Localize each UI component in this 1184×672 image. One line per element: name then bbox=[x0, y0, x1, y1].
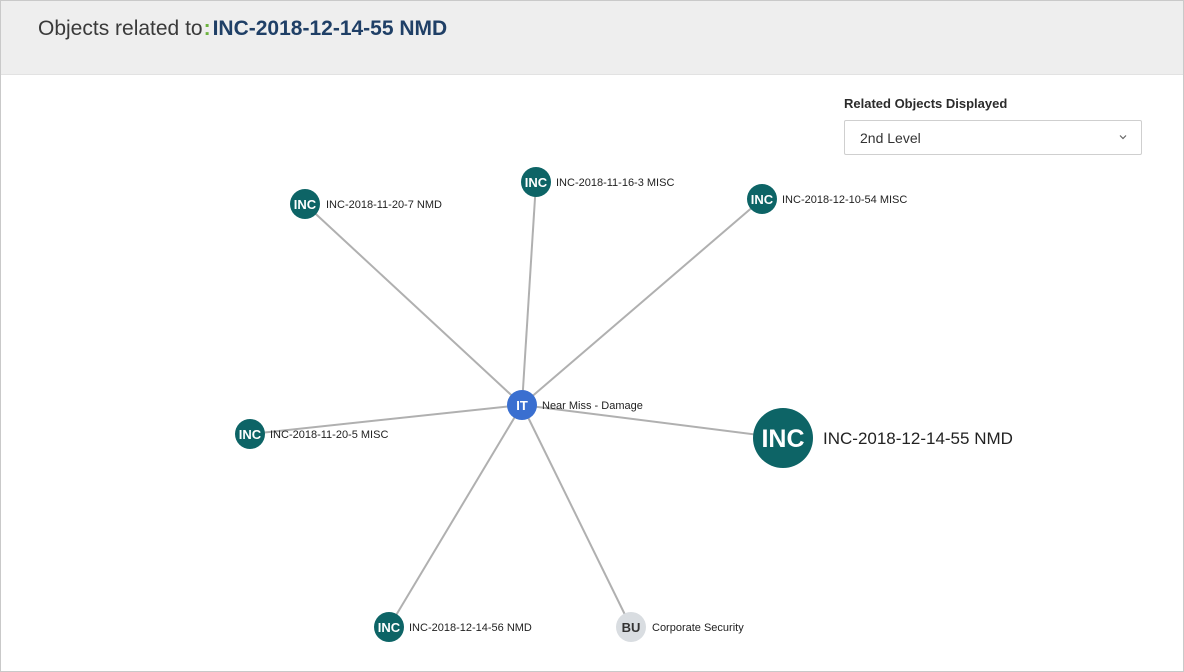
node-badge: IT bbox=[516, 398, 528, 413]
node-label: INC-2018-11-20-7 NMD bbox=[326, 199, 442, 211]
node-inc-2018-11-20-7[interactable]: INC INC-2018-11-20-7 NMD bbox=[290, 189, 442, 219]
node-badge: INC bbox=[294, 197, 317, 212]
node-label: INC-2018-12-10-54 MISC bbox=[782, 194, 907, 206]
node-badge: BU bbox=[622, 620, 641, 635]
node-badge: INC bbox=[239, 427, 262, 442]
edge-center-inc-2018-11-20-7 bbox=[304, 203, 523, 406]
node-inc-2018-12-14-55-focus[interactable]: INC INC-2018-12-14-55 NMD bbox=[753, 408, 1013, 468]
node-label: Near Miss - Damage bbox=[542, 400, 643, 412]
relationship-graph: INC INC-2018-11-20-7 NMD INC INC-2018-11… bbox=[235, 167, 1013, 642]
node-corporate-security[interactable]: BU Corporate Security bbox=[616, 612, 744, 642]
related-objects-panel: Objects related to:INC-2018-12-14-55 NMD… bbox=[0, 0, 1184, 672]
node-label: Corporate Security bbox=[652, 622, 744, 634]
node-badge: INC bbox=[525, 175, 548, 190]
node-label: INC-2018-11-20-5 MISC bbox=[270, 429, 388, 441]
node-label: INC-2018-12-14-56 NMD bbox=[409, 622, 532, 634]
edge-center-inc-2018-12-14-56 bbox=[388, 404, 523, 628]
edge-center-inc-2018-11-16-3 bbox=[521, 181, 537, 406]
node-label: INC-2018-12-14-55 NMD bbox=[823, 429, 1013, 448]
node-badge: INC bbox=[378, 620, 401, 635]
node-near-miss-damage-center[interactable]: IT Near Miss - Damage bbox=[507, 390, 643, 420]
node-badge: INC bbox=[761, 425, 804, 453]
node-inc-2018-11-16-3[interactable]: INC INC-2018-11-16-3 MISC bbox=[521, 167, 674, 197]
edge-center-inc-2018-12-10-54 bbox=[521, 198, 763, 406]
node-label: INC-2018-11-16-3 MISC bbox=[556, 177, 674, 189]
node-inc-2018-12-10-54[interactable]: INC INC-2018-12-10-54 MISC bbox=[747, 184, 907, 214]
node-inc-2018-12-14-56[interactable]: INC INC-2018-12-14-56 NMD bbox=[374, 612, 532, 642]
edge-center-corporate-security bbox=[521, 404, 632, 628]
node-badge: INC bbox=[751, 192, 774, 207]
node-inc-2018-11-20-5[interactable]: INC INC-2018-11-20-5 MISC bbox=[235, 419, 388, 449]
